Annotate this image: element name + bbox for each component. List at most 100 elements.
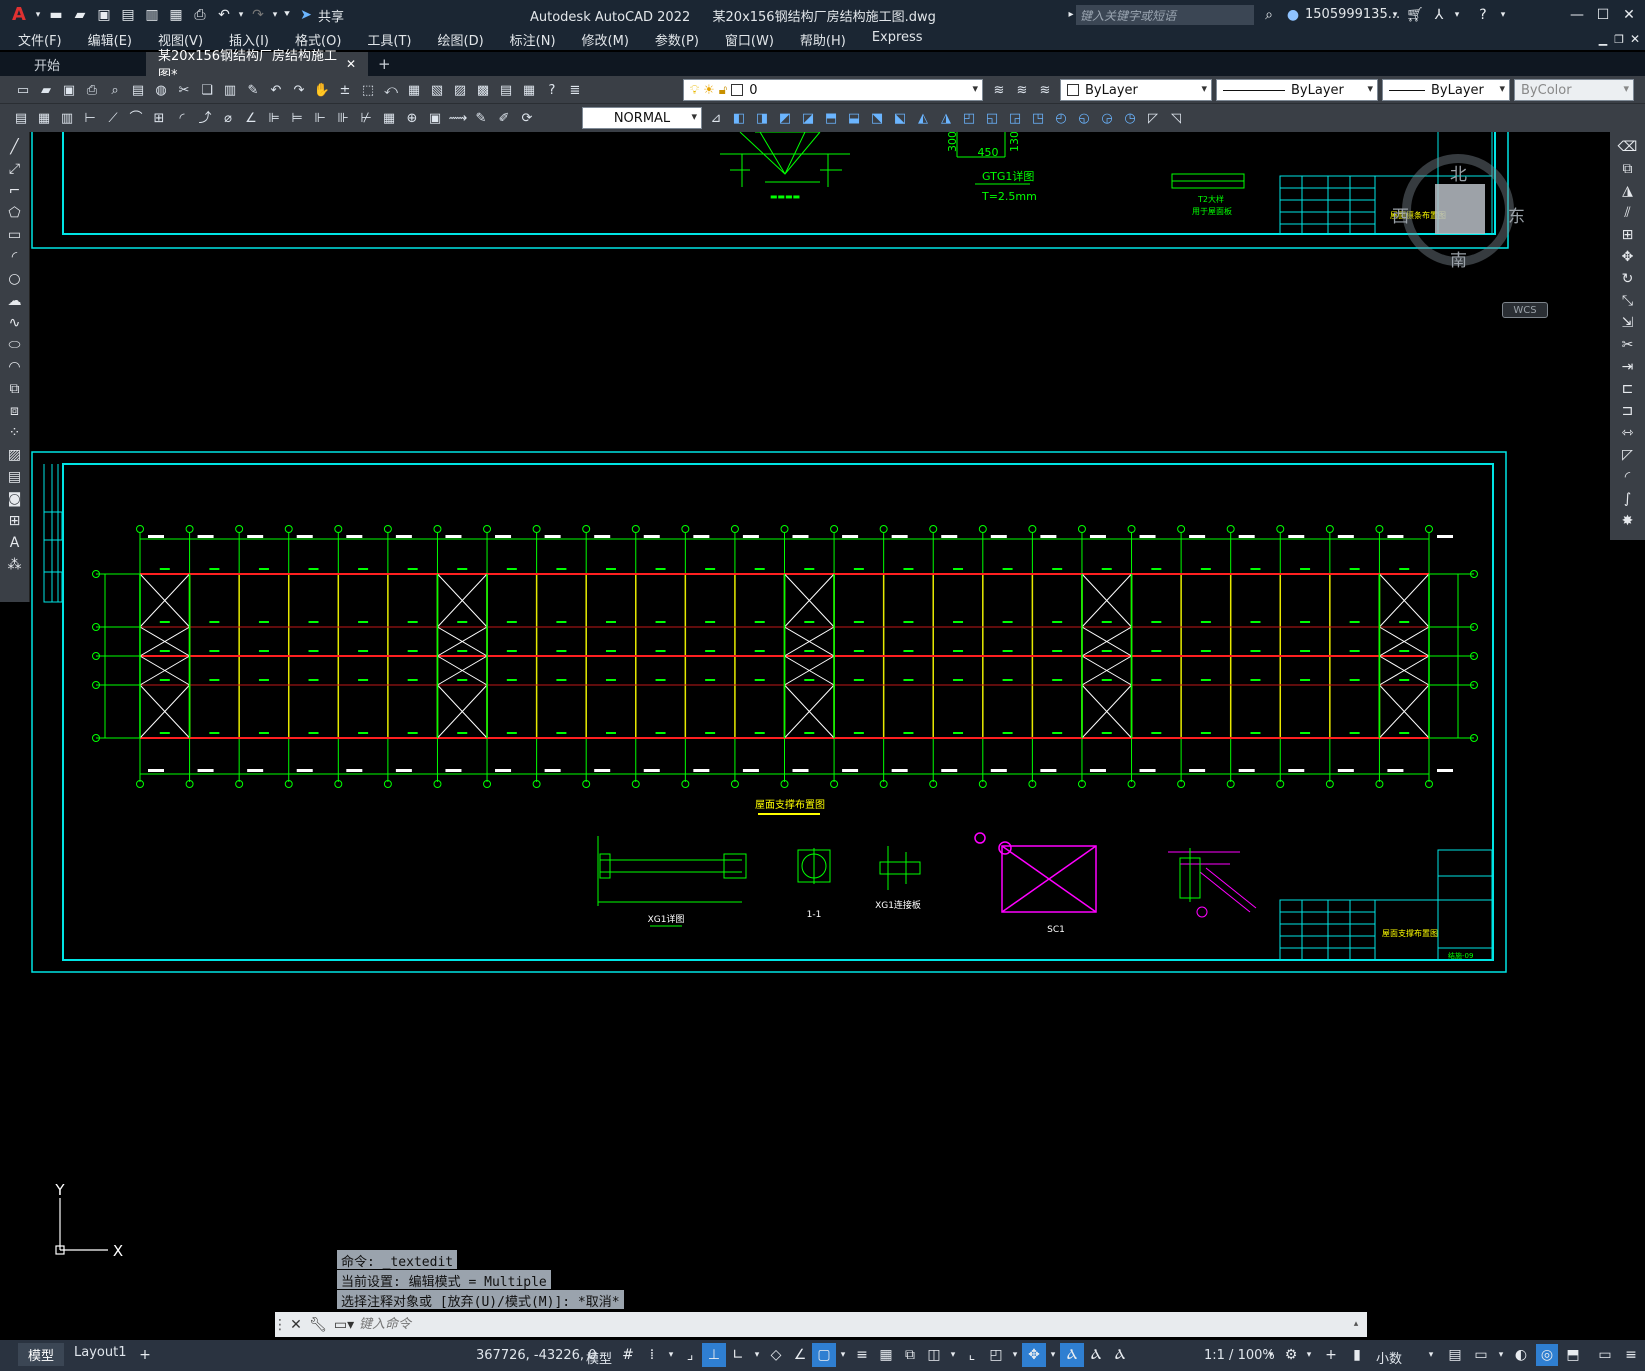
- text-tool-icon[interactable]: ▤: [10, 107, 32, 129]
- rectangle-icon[interactable]: ▭: [3, 224, 27, 246]
- offset-icon[interactable]: ⫽: [1616, 202, 1640, 224]
- trim-icon[interactable]: ✂: [1616, 334, 1640, 356]
- sheet-set-icon[interactable]: ▩: [472, 79, 494, 101]
- clean-screen-icon[interactable]: ⬒: [1562, 1344, 1584, 1366]
- lineweight-combo[interactable]: ByLayer ▾: [1382, 79, 1510, 101]
- color-combo[interactable]: ByLayer ▾: [1060, 79, 1212, 101]
- customize-cmd-icon[interactable]: 🔧︎: [307, 1314, 329, 1336]
- snap-icon[interactable]: ⁞: [640, 1343, 664, 1367]
- selection-filter-icon[interactable]: ◰: [984, 1343, 1008, 1367]
- help-tool-icon[interactable]: ?: [541, 79, 563, 101]
- isodraft-icon[interactable]: ◇: [764, 1343, 788, 1367]
- menu-help[interactable]: 帮助(H): [787, 30, 859, 49]
- osnap-dropdown-icon[interactable]: ▾: [836, 1343, 850, 1367]
- cmd-scroll-icon[interactable]: ▴: [1345, 1314, 1367, 1336]
- share-icon[interactable]: ➤: [294, 4, 318, 26]
- user-icon[interactable]: ●: [1282, 4, 1304, 26]
- doc-close-icon[interactable]: ✕: [1624, 28, 1645, 50]
- layer-combo[interactable]: 💡︎ ☀ 🔓︎ 0 ▾: [683, 79, 983, 101]
- snap-dropdown-icon[interactable]: ▾: [664, 1343, 678, 1367]
- plotstyle-combo[interactable]: ByColor ▾: [1514, 79, 1634, 101]
- viewcube[interactable]: 北 南 西 东: [1392, 150, 1525, 271]
- clean-icon[interactable]: ◴: [1050, 107, 1072, 129]
- qnew-icon[interactable]: ▭: [12, 79, 34, 101]
- dim-space-icon[interactable]: ⊪: [332, 107, 354, 129]
- auto-scale-icon[interactable]: Ⲁ: [1084, 1343, 1108, 1367]
- customize-icon[interactable]: ⯆: [280, 4, 294, 26]
- copy-object-icon[interactable]: ⧉: [1616, 158, 1640, 180]
- recent-commands-icon[interactable]: ▭▾: [329, 1314, 359, 1336]
- fillet-icon[interactable]: ◜: [1616, 466, 1640, 488]
- undo-icon[interactable]: ↶: [212, 4, 236, 26]
- dim-update-icon[interactable]: ⟳: [516, 107, 538, 129]
- break-at-point-icon[interactable]: ⊏: [1616, 378, 1640, 400]
- angular-dim-icon[interactable]: ∠: [240, 107, 262, 129]
- arc-length-icon[interactable]: ⌒: [125, 107, 147, 129]
- pan-icon[interactable]: ✋: [311, 79, 333, 101]
- polygon-icon[interactable]: ⬠: [3, 202, 27, 224]
- shell-icon[interactable]: ◶: [1096, 107, 1118, 129]
- selection-cycling-icon[interactable]: ⧉: [898, 1343, 922, 1367]
- jogged-dim-icon[interactable]: ⤴: [194, 107, 216, 129]
- search-icon[interactable]: ⌕: [1258, 4, 1280, 26]
- menu-file[interactable]: 文件(F): [5, 30, 75, 49]
- tab-drawing[interactable]: 某20x156钢结构厂房结构施工图* ✕: [146, 49, 368, 83]
- imprint-icon[interactable]: ◳: [1027, 107, 1049, 129]
- annotation-monitor-icon[interactable]: +: [1320, 1344, 1342, 1366]
- extend-icon[interactable]: ⇥: [1616, 356, 1640, 378]
- ellipse-arc-icon[interactable]: ◠: [3, 356, 27, 378]
- plot-icon[interactable]: ⎙: [188, 4, 212, 26]
- cart-icon[interactable]: 🛒︎: [1404, 4, 1426, 26]
- polar-dropdown-icon[interactable]: ▾: [750, 1343, 764, 1367]
- break-icon[interactable]: ⊐: [1616, 400, 1640, 422]
- layer-state-icon[interactable]: ≋: [1034, 79, 1056, 101]
- dim-break-icon[interactable]: ⊬: [355, 107, 377, 129]
- circle-icon[interactable]: ○: [3, 268, 27, 290]
- osnap-icon[interactable]: ▢: [812, 1343, 836, 1367]
- ellipse-icon[interactable]: ⬭: [3, 334, 27, 356]
- layer-properties-icon[interactable]: ≣: [564, 79, 586, 101]
- chamfer-icon[interactable]: ◸: [1616, 444, 1640, 466]
- hatch-icon[interactable]: ▨: [3, 444, 27, 466]
- save-icon[interactable]: ▣: [92, 4, 116, 26]
- model-space-toggle[interactable]: 模型: [586, 1348, 612, 1367]
- baseline-dim-icon[interactable]: ⊨: [286, 107, 308, 129]
- blend-curves-icon[interactable]: ∫: [1616, 488, 1640, 510]
- intersect-icon[interactable]: ◩: [774, 107, 796, 129]
- offset-faces-icon[interactable]: ⬓: [843, 107, 865, 129]
- gizmo-dropdown-icon[interactable]: ▾: [1046, 1343, 1060, 1367]
- add-layout-icon[interactable]: +: [134, 1344, 156, 1366]
- annotation-visibility-icon[interactable]: Ⲁ: [1060, 1343, 1084, 1367]
- redo-tool-icon[interactable]: ↷: [288, 79, 310, 101]
- dropdown-icon[interactable]: ▾: [32, 4, 44, 26]
- units-icon[interactable]: ▮: [1346, 1344, 1368, 1366]
- design-center-icon[interactable]: ▧: [426, 79, 448, 101]
- autocad-logo-icon[interactable]: A: [6, 4, 32, 26]
- annotation-scale-icon[interactable]: Ⲁ: [1108, 1343, 1132, 1367]
- save-as-icon[interactable]: ▤: [116, 4, 140, 26]
- menu-tools[interactable]: 工具(T): [354, 30, 424, 49]
- explode-icon[interactable]: ✸: [1616, 510, 1640, 532]
- make-block-icon[interactable]: ⧈: [3, 400, 27, 422]
- attribute-tool-icon[interactable]: ▥: [56, 107, 78, 129]
- insert-block-icon[interactable]: ⧉: [3, 378, 27, 400]
- annotation-scale-dropdown-icon[interactable]: ▾: [1260, 1344, 1282, 1366]
- quickcalc-icon[interactable]: ▦: [518, 79, 540, 101]
- aligned-dim-icon[interactable]: ⟋: [102, 107, 124, 129]
- color-edges-icon[interactable]: ◲: [1004, 107, 1026, 129]
- open-file-icon[interactable]: ▰: [68, 4, 92, 26]
- check-icon[interactable]: ◷: [1119, 107, 1141, 129]
- point-icon[interactable]: ⁘: [3, 422, 27, 444]
- undo-tool-icon[interactable]: ↶: [265, 79, 287, 101]
- tolerance-icon[interactable]: ▦: [378, 107, 400, 129]
- properties-icon[interactable]: ▦: [403, 79, 425, 101]
- dim-text-edit-icon[interactable]: ✐: [493, 107, 515, 129]
- radius-dim-icon[interactable]: ◜: [171, 107, 193, 129]
- center-mark-icon[interactable]: ⊕: [401, 107, 423, 129]
- stretch-icon[interactable]: ⇲: [1616, 312, 1640, 334]
- save-to-web-icon[interactable]: ▦: [164, 4, 188, 26]
- a360-dropdown-icon[interactable]: ▾: [1446, 4, 1468, 26]
- erase-icon[interactable]: ⌫: [1616, 136, 1640, 158]
- continue-dim-icon[interactable]: ⊩: [309, 107, 331, 129]
- zoom-previous-icon[interactable]: ⤺: [380, 79, 402, 101]
